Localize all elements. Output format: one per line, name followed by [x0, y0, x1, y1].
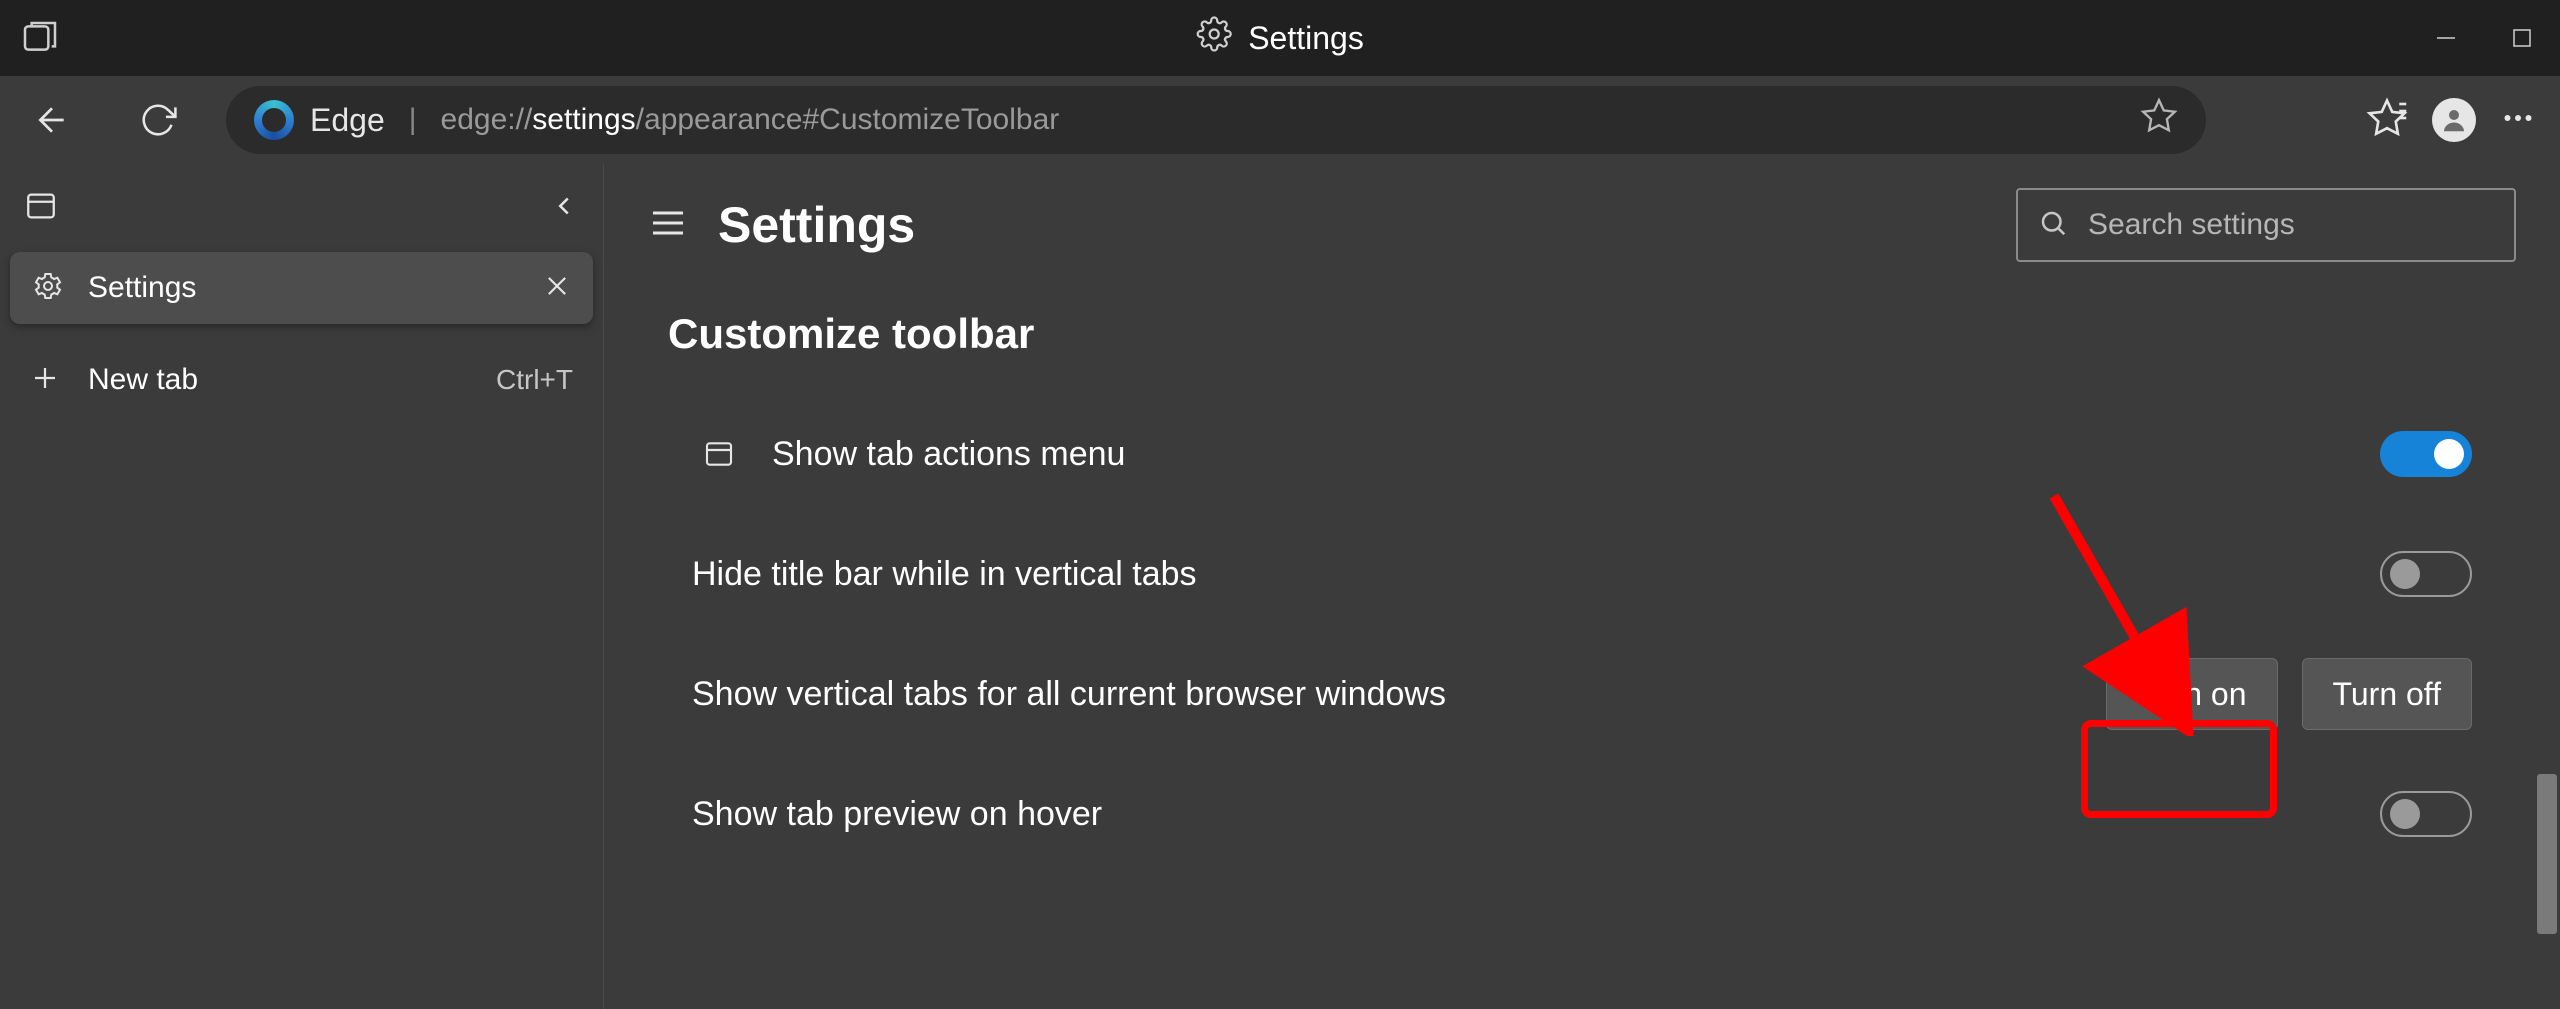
search-settings-box[interactable]: [2016, 188, 2516, 262]
setting-row-tab-preview: Show tab preview on hover: [668, 754, 2496, 874]
panel-icon: [692, 438, 746, 470]
profile-avatar[interactable]: [2432, 98, 2476, 142]
tab-actions-icon[interactable]: [20, 18, 60, 63]
plus-icon: [30, 363, 60, 398]
url-text: edge://settings/appearance#CustomizeTool…: [441, 103, 1060, 137]
favorite-star-icon[interactable]: [2140, 97, 2178, 143]
turn-on-button[interactable]: Turn on: [2106, 658, 2277, 730]
refresh-button[interactable]: [130, 92, 186, 148]
window-title: Settings: [1248, 20, 1364, 57]
address-bar[interactable]: Edge | edge://settings/appearance#Custom…: [226, 86, 2206, 154]
toggle-hide-title-bar[interactable]: [2380, 551, 2472, 597]
sidebar-tab-settings[interactable]: Settings: [10, 252, 593, 324]
separator: |: [409, 103, 417, 137]
gear-icon: [32, 270, 64, 307]
new-tab-shortcut: Ctrl+T: [496, 364, 573, 396]
collapse-chevron-icon[interactable]: [549, 191, 579, 226]
scrollbar[interactable]: [2534, 164, 2560, 1009]
app-name: Edge: [310, 102, 385, 139]
maximize-button[interactable]: [2484, 0, 2560, 76]
toggle-tab-actions-menu[interactable]: [2380, 431, 2472, 477]
new-tab-label: New tab: [88, 363, 198, 397]
navbar: Edge | edge://settings/appearance#Custom…: [0, 76, 2560, 164]
panel-icon[interactable]: [24, 189, 58, 228]
search-settings-input[interactable]: [2088, 208, 2494, 242]
gear-icon: [1196, 16, 1232, 60]
setting-label: Show vertical tabs for all current brows…: [692, 675, 2106, 714]
scrollbar-thumb[interactable]: [2537, 774, 2557, 934]
toggle-tab-preview[interactable]: [2380, 791, 2472, 837]
titlebar: Settings: [0, 0, 2560, 76]
back-button[interactable]: [24, 92, 80, 148]
setting-row-vertical-tabs-all-windows: Show vertical tabs for all current brows…: [668, 634, 2496, 754]
hamburger-menu-icon[interactable]: [648, 203, 688, 248]
favorites-icon[interactable]: [2366, 97, 2408, 144]
setting-row-hide-title-bar: Hide title bar while in vertical tabs: [668, 514, 2496, 634]
minimize-button[interactable]: [2408, 0, 2484, 76]
setting-label: Show tab actions menu: [772, 435, 2380, 474]
setting-label: Show tab preview on hover: [692, 795, 2380, 834]
settings-main: Settings Customize toolbar Show tab acti…: [604, 164, 2560, 1009]
new-tab-button[interactable]: New tab Ctrl+T: [0, 338, 603, 422]
turn-off-button[interactable]: Turn off: [2302, 658, 2473, 730]
more-menu-icon[interactable]: [2500, 100, 2536, 141]
search-icon: [2038, 208, 2068, 243]
edge-logo-icon: [254, 100, 294, 140]
section-title: Customize toolbar: [668, 310, 2496, 358]
setting-label: Hide title bar while in vertical tabs: [692, 555, 2380, 594]
setting-row-tab-actions-menu: Show tab actions menu: [668, 394, 2496, 514]
sidebar-tab-label: Settings: [88, 271, 196, 305]
close-icon[interactable]: [543, 272, 571, 305]
vertical-tabs-sidebar: Settings New tab Ctrl+T: [0, 164, 604, 1009]
page-title: Settings: [718, 196, 915, 254]
